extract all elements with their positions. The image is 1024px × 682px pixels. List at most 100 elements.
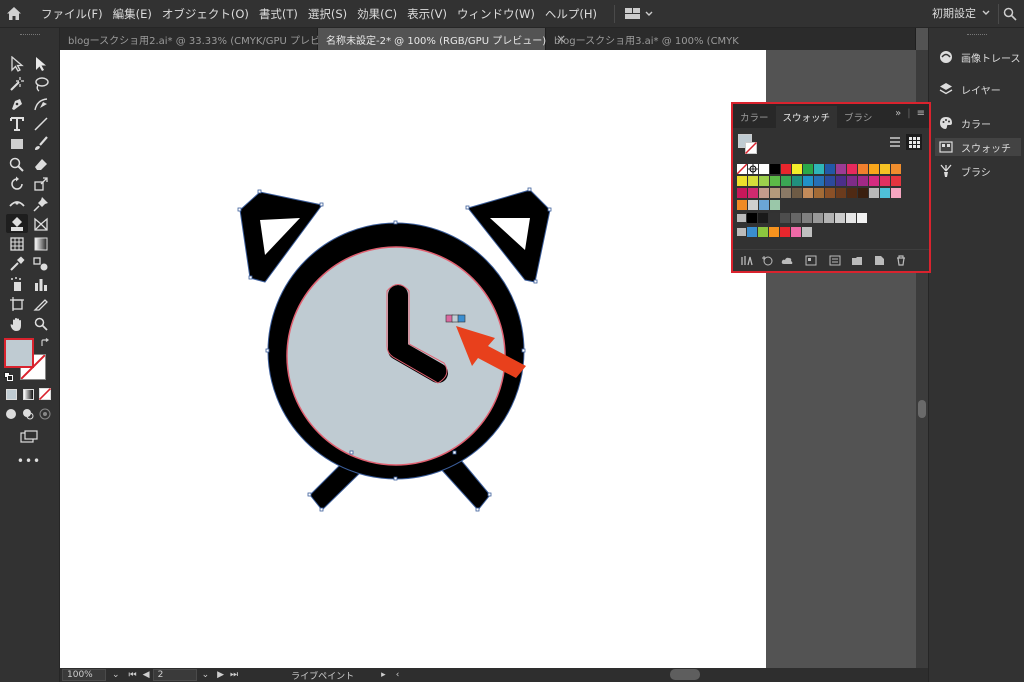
menu-edit[interactable]: 編集(E) — [108, 6, 157, 22]
swatch[interactable] — [880, 176, 890, 186]
list-view-button[interactable] — [889, 136, 903, 150]
search-button[interactable] — [998, 4, 1020, 24]
last-artboard-icon[interactable]: ⏭ — [230, 670, 238, 680]
scale-tool[interactable] — [30, 174, 52, 193]
swatch[interactable] — [781, 164, 791, 174]
swatch[interactable] — [857, 213, 867, 223]
next-artboard-icon[interactable]: ▶ — [217, 670, 224, 680]
line-segment-tool[interactable] — [30, 114, 52, 133]
draw-behind-button[interactable] — [20, 406, 36, 422]
live-paint-bucket-tool[interactable] — [6, 214, 28, 233]
swatch[interactable] — [858, 164, 868, 174]
swatch[interactable] — [825, 188, 835, 198]
swatch[interactable] — [769, 227, 779, 237]
rectangle-tool[interactable] — [6, 134, 28, 153]
swatch[interactable] — [770, 176, 780, 186]
dock-swatches[interactable]: スウォッチ — [935, 138, 1021, 156]
color-group-folder-icon[interactable] — [737, 228, 746, 236]
zoom-field[interactable]: 100% — [62, 669, 106, 681]
lasso-tool[interactable] — [30, 74, 52, 93]
menu-window[interactable]: ウィンドウ(W) — [452, 6, 540, 22]
menu-help[interactable]: ヘルプ(H) — [540, 6, 602, 22]
thumbnail-view-button[interactable] — [906, 134, 922, 150]
swatch[interactable] — [770, 164, 780, 174]
swatch[interactable] — [792, 188, 802, 198]
tab-brushes[interactable]: ブラシ — [837, 106, 879, 128]
magic-wand-tool[interactable] — [6, 74, 28, 93]
panel-grip[interactable] — [967, 34, 987, 38]
swatch[interactable] — [747, 227, 757, 237]
swatch[interactable] — [748, 176, 758, 186]
swatch[interactable] — [858, 188, 868, 198]
menu-effect[interactable]: 効果(C) — [352, 6, 402, 22]
swatch[interactable] — [747, 213, 757, 223]
swatch[interactable] — [814, 188, 824, 198]
swatch[interactable] — [770, 200, 780, 210]
swatch[interactable] — [769, 213, 779, 223]
selection-tool[interactable] — [6, 54, 28, 73]
symbol-sprayer-tool[interactable] — [6, 274, 28, 293]
swatch[interactable] — [847, 188, 857, 198]
draw-inside-button[interactable] — [37, 406, 53, 422]
swatch[interactable] — [824, 213, 834, 223]
horizontal-scrollbar-thumb[interactable] — [670, 669, 700, 680]
swatch[interactable] — [880, 164, 890, 174]
zoom-tool[interactable] — [30, 314, 52, 333]
menu-type[interactable]: 書式(T) — [254, 6, 303, 22]
swatch[interactable] — [748, 188, 758, 198]
swatch[interactable] — [891, 176, 901, 186]
status-menu-icon[interactable]: ▸ — [381, 670, 386, 680]
eraser-tool[interactable] — [30, 154, 52, 173]
paintbrush-tool[interactable] — [30, 134, 52, 153]
slice-tool[interactable] — [30, 294, 52, 313]
puppet-warp-tool[interactable] — [30, 194, 52, 213]
delete-swatch-icon[interactable] — [895, 255, 907, 266]
panel-grip[interactable] — [20, 34, 40, 38]
swatch-current-stroke[interactable] — [745, 142, 757, 154]
gradient-tool[interactable] — [30, 234, 52, 253]
swatch[interactable] — [836, 176, 846, 186]
menu-view[interactable]: 表示(V) — [402, 6, 452, 22]
swatch[interactable] — [847, 176, 857, 186]
swatch[interactable] — [770, 188, 780, 198]
tab-color[interactable]: カラー — [733, 106, 776, 128]
swatch-library-icon[interactable] — [741, 255, 753, 266]
shaper-tool[interactable] — [6, 154, 28, 173]
artboard-tool[interactable] — [6, 294, 28, 313]
dock-layers[interactable]: レイヤー — [935, 80, 1021, 98]
artboard-dropdown-icon[interactable]: ⌄ — [202, 670, 210, 680]
swatch[interactable] — [880, 188, 890, 198]
add-to-library-icon[interactable] — [761, 255, 773, 266]
edit-toolbar-button[interactable]: ••• — [17, 454, 41, 468]
dock-image-trace[interactable]: 画像トレース — [935, 48, 1021, 66]
swatch[interactable] — [737, 176, 747, 186]
swatch[interactable] — [869, 188, 879, 198]
first-artboard-icon[interactable]: ⏮ — [129, 670, 137, 680]
color-group-folder-icon[interactable] — [737, 214, 746, 222]
tab-document-3[interactable]: blogースクショ用3.ai* @ 100% (CMYK — [546, 28, 916, 50]
dock-brushes[interactable]: ブラシ — [935, 162, 1021, 180]
swatch[interactable] — [813, 213, 823, 223]
swatch[interactable] — [758, 213, 768, 223]
swatch[interactable] — [781, 176, 791, 186]
swatch[interactable] — [891, 164, 901, 174]
swatch[interactable] — [737, 188, 747, 198]
arrange-documents-button[interactable] — [613, 4, 653, 23]
eyedropper-tool[interactable] — [6, 254, 28, 273]
blend-tool[interactable] — [30, 254, 52, 273]
scrollbar-thumb[interactable] — [918, 400, 926, 418]
default-fill-stroke-icon[interactable] — [4, 372, 13, 381]
swatch[interactable] — [780, 227, 790, 237]
swatch[interactable] — [737, 200, 747, 210]
swatch[interactable] — [759, 164, 769, 174]
swatch[interactable] — [802, 227, 812, 237]
previous-artboard-icon[interactable]: ◀ — [143, 670, 150, 680]
swatch[interactable] — [891, 188, 901, 198]
scroll-left-icon[interactable]: ‹ — [396, 670, 400, 680]
swatch[interactable] — [814, 164, 824, 174]
swatch[interactable] — [781, 188, 791, 198]
swatch[interactable] — [791, 213, 801, 223]
swatch[interactable] — [858, 176, 868, 186]
swatch[interactable] — [847, 164, 857, 174]
swap-fill-stroke-icon[interactable] — [40, 338, 50, 348]
